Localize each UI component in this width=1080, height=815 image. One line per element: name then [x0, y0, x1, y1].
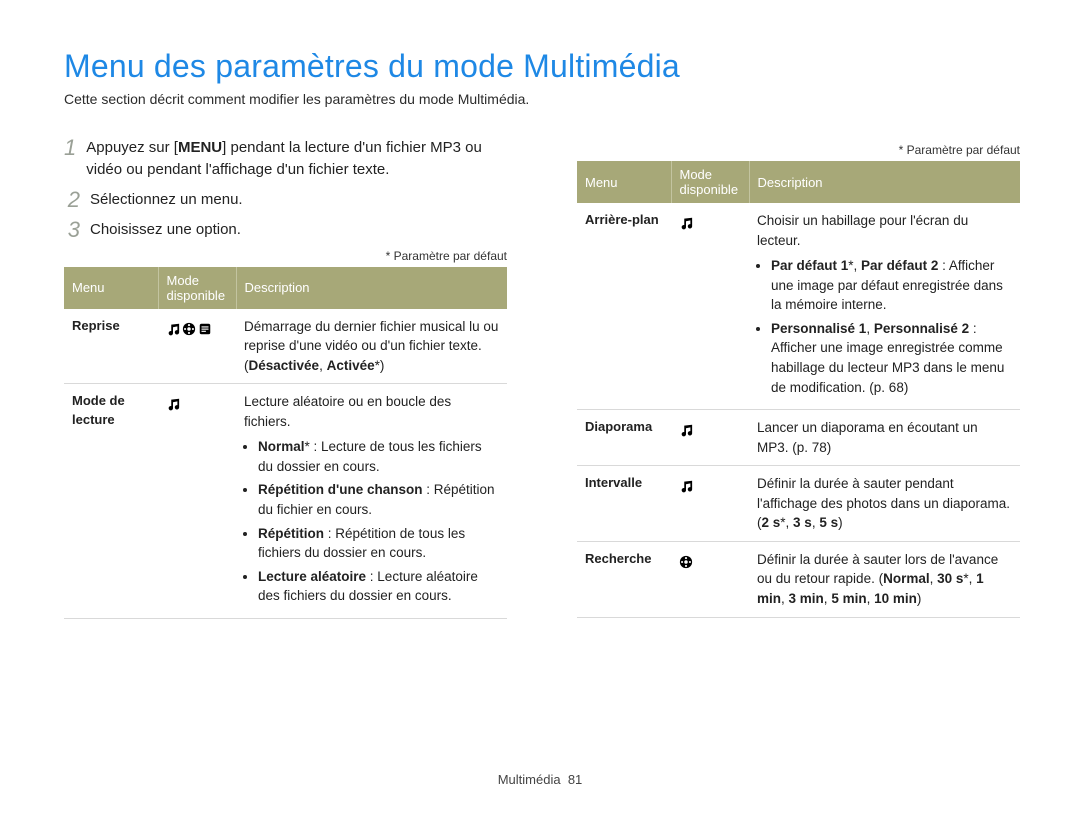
step-number: 3 [64, 219, 80, 241]
video-icon [679, 554, 693, 568]
description-cell: Lecture aléatoire ou en boucle des fichi… [236, 384, 507, 619]
text-icon [198, 321, 212, 335]
mode-cell [158, 384, 236, 619]
menu-cell: Reprise [64, 309, 158, 384]
steps-list: 1 Appuyez sur [MENU] pendant la lecture d… [64, 137, 507, 241]
mode-cell [158, 309, 236, 384]
music-icon [166, 396, 180, 410]
menu-cell: Intervalle [577, 466, 671, 542]
step-item: 2 Sélectionnez un menu. [64, 189, 507, 211]
left-column: 1 Appuyez sur [MENU] pendant la lecture d… [64, 137, 507, 619]
menu-cell: Mode de lecture [64, 384, 158, 619]
footer-section: Multimédia [498, 772, 561, 787]
col-header-menu: Menu [64, 267, 158, 309]
mode-cell [671, 203, 749, 410]
right-column: * Paramètre par défaut Menu Mode disponi… [577, 137, 1020, 619]
music-icon [166, 321, 180, 335]
col-header-menu: Menu [577, 161, 671, 203]
col-header-desc: Description [236, 267, 507, 309]
music-icon [679, 478, 693, 492]
step-text: Choisissez une option. [90, 219, 241, 241]
col-header-desc: Description [749, 161, 1020, 203]
description-cell: Choisir un habillage pour l'écran du lec… [749, 203, 1020, 410]
left-params-table: Menu Mode disponible Description Reprise… [64, 267, 507, 619]
step-number: 1 [64, 137, 76, 159]
menu-cell: Recherche [577, 541, 671, 617]
description-cell: Lancer un diaporama en écoutant un MP3. … [749, 410, 1020, 466]
col-header-mode: Mode disponible [158, 267, 236, 309]
description-cell: Définir la durée à sauter lors de l'avan… [749, 541, 1020, 617]
description-cell: Définir la durée à sauter pendant l'affi… [749, 466, 1020, 542]
table-row: Mode de lecture Lecture aléatoire ou en b… [64, 384, 507, 619]
step-text: Sélectionnez un menu. [90, 189, 243, 211]
menu-key: MENU [178, 139, 222, 156]
table-row: Arrière-plan Choisir un habillage pour l'… [577, 203, 1020, 410]
col-header-mode: Mode disponible [671, 161, 749, 203]
table-row: Recherche Définir la durée à sauter lors … [577, 541, 1020, 617]
default-param-footnote-left: * Paramètre par défaut [64, 249, 507, 263]
page-title: Menu des paramètres du mode Multimédia [64, 48, 1020, 85]
mode-cell [671, 466, 749, 542]
menu-cell: Diaporama [577, 410, 671, 466]
description-cell: Démarrage du dernier fichier musical lu … [236, 309, 507, 384]
step-number: 2 [64, 189, 80, 211]
intro-text: Cette section décrit comment modifier le… [64, 91, 1020, 107]
step-text: Appuyez sur [MENU] pendant la lecture d'… [86, 137, 507, 181]
table-row: Reprise Démarrage du dernier fichier musi… [64, 309, 507, 384]
step-item: 1 Appuyez sur [MENU] pendant la lecture d… [64, 137, 507, 181]
default-param-footnote-right: * Paramètre par défaut [577, 143, 1020, 157]
music-icon [679, 422, 693, 436]
menu-cell: Arrière-plan [577, 203, 671, 410]
right-params-table: Menu Mode disponible Description Arrière… [577, 161, 1020, 618]
footer-page-number: 81 [568, 772, 582, 787]
music-icon [679, 215, 693, 229]
table-row: Intervalle Définir la durée à sauter pend… [577, 466, 1020, 542]
mode-cell [671, 410, 749, 466]
step-item: 3 Choisissez une option. [64, 219, 507, 241]
video-icon [182, 321, 196, 335]
table-row: Diaporama Lancer un diaporama en écoutant… [577, 410, 1020, 466]
mode-cell [671, 541, 749, 617]
page-footer: Multimédia 81 [0, 772, 1080, 787]
